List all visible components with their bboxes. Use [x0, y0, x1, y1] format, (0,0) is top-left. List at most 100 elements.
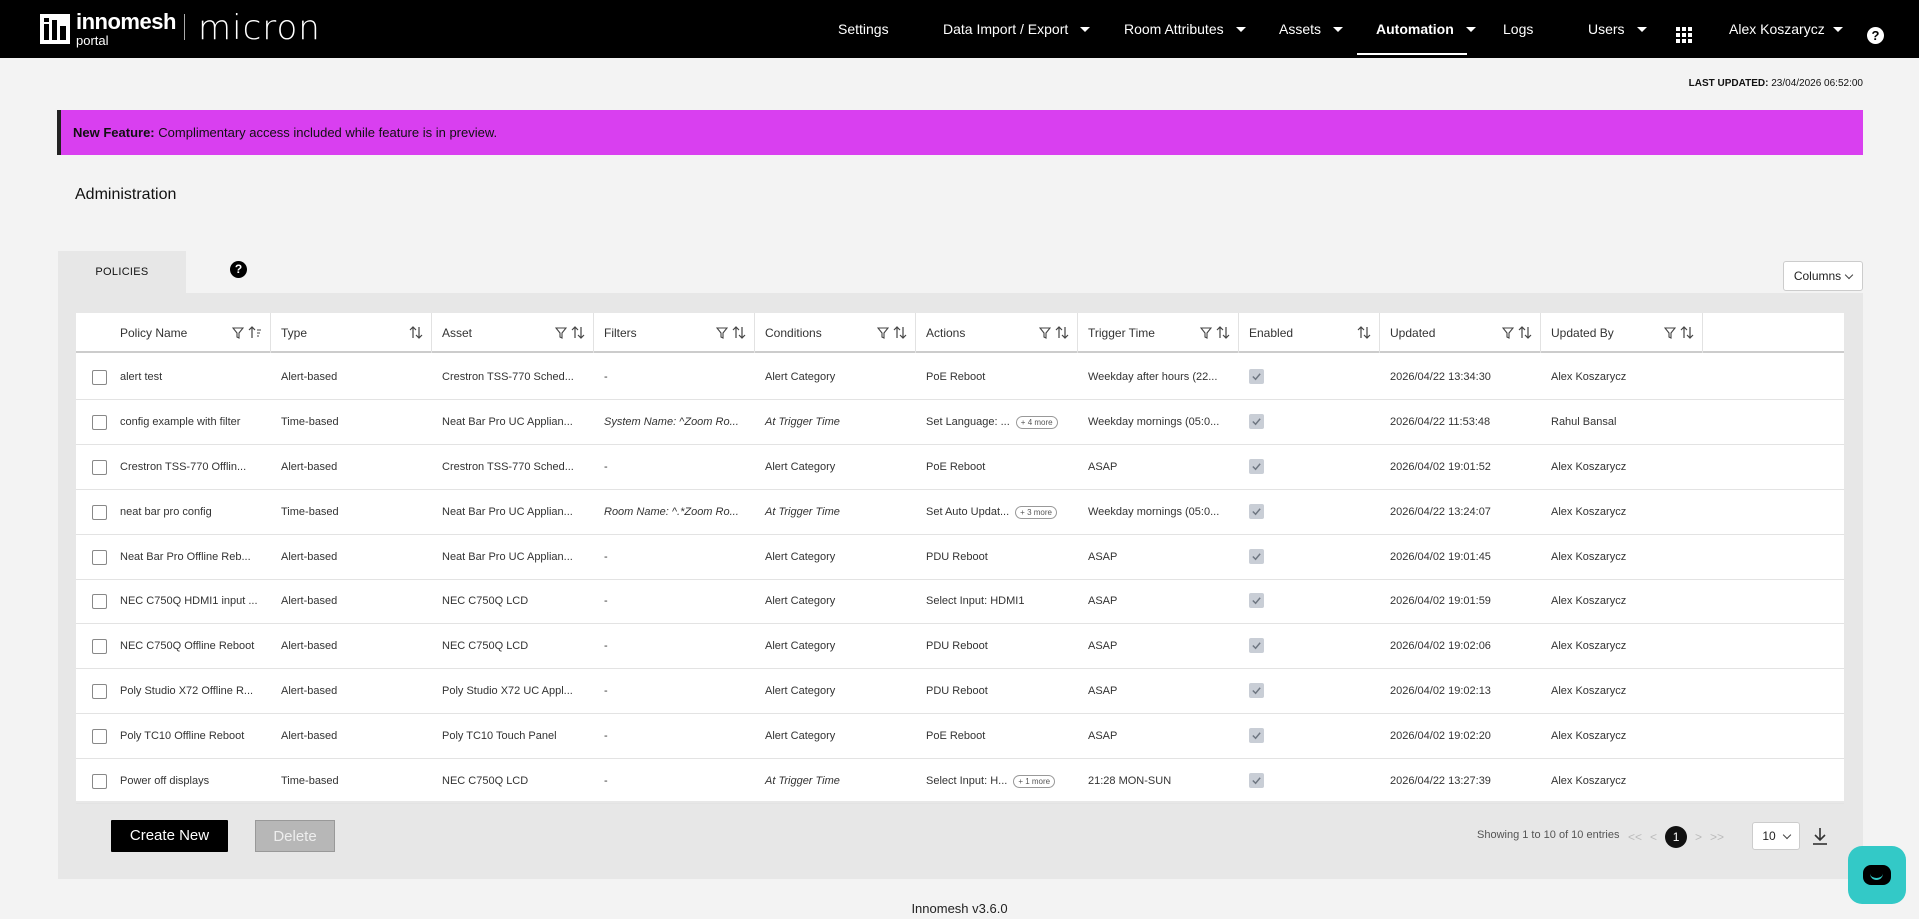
delete-button[interactable]: Delete	[255, 820, 335, 852]
filter-icon[interactable]	[555, 326, 567, 339]
row-select-checkbox[interactable]	[92, 505, 107, 520]
sort-icon[interactable]	[571, 326, 585, 339]
row-select-checkbox[interactable]	[92, 594, 107, 609]
row-select-checkbox[interactable]	[92, 729, 107, 744]
column-header-label: Trigger Time	[1088, 326, 1155, 340]
column-header-conditions[interactable]: Conditions	[755, 313, 916, 353]
table-row[interactable]: Crestron TSS-770 Offlin... Alert-based Cre…	[76, 445, 1844, 490]
table-row[interactable]: config example with filter Time-based Neat…	[76, 400, 1844, 445]
last-page-button[interactable]: >>	[1710, 830, 1724, 844]
more-actions-pill[interactable]: + 3 more	[1015, 505, 1057, 519]
cell-conditions: Alert Category	[765, 730, 836, 742]
sort-icon[interactable]	[1518, 326, 1532, 339]
user-menu[interactable]: Alex Koszarycz	[1729, 0, 1843, 58]
innomesh-logo[interactable]: innomesh portal	[40, 8, 176, 50]
table-row[interactable]: alert test Alert-based Crestron TSS-770 Sc…	[76, 355, 1844, 400]
enabled-checkbox[interactable]	[1249, 773, 1264, 788]
page-size-select[interactable]: 10	[1752, 822, 1800, 850]
table-row[interactable]: Neat Bar Pro Offline Reb... Alert-based Ne…	[76, 535, 1844, 580]
first-page-button[interactable]: <<	[1628, 830, 1642, 844]
nav-automation[interactable]: Automation	[1376, 0, 1476, 58]
enabled-checkbox[interactable]	[1249, 683, 1264, 698]
sort-icon[interactable]	[893, 326, 907, 339]
sort-icon[interactable]	[732, 326, 746, 339]
cell-trigger: Weekday mornings (05:0...	[1088, 416, 1220, 428]
filter-icon[interactable]	[877, 326, 889, 339]
table-row[interactable]: Poly Studio X72 Offline R... Alert-based P…	[76, 669, 1844, 714]
sort-icon[interactable]	[1357, 326, 1371, 339]
column-header-enabled[interactable]: Enabled	[1239, 313, 1380, 353]
filter-icon[interactable]	[716, 326, 728, 339]
page-1-button[interactable]: 1	[1665, 826, 1688, 848]
table-row[interactable]: neat bar pro config Time-based Neat Bar Pr…	[76, 490, 1844, 535]
cell-actions: PDU Reboot	[926, 640, 988, 652]
apps-grid-icon[interactable]	[1676, 27, 1692, 43]
table-row[interactable]: NEC C750Q Offline Reboot Alert-based NEC C…	[76, 624, 1844, 669]
cell-name: config example with filter	[120, 416, 241, 428]
row-select-checkbox[interactable]	[92, 460, 107, 475]
column-header-asset[interactable]: Asset	[432, 313, 594, 353]
columns-button[interactable]: Columns	[1783, 261, 1863, 291]
cell-by: Alex Koszarycz	[1551, 551, 1627, 563]
chat-widget-button[interactable]	[1848, 846, 1906, 904]
row-select-checkbox[interactable]	[92, 639, 107, 654]
sort-ascending-icon[interactable]	[248, 326, 262, 339]
download-icon[interactable]	[1811, 826, 1829, 846]
row-select-checkbox[interactable]	[92, 550, 107, 565]
enabled-checkbox[interactable]	[1249, 504, 1264, 519]
nav-room-attributes[interactable]: Room Attributes	[1124, 0, 1246, 58]
filter-icon[interactable]	[232, 326, 244, 339]
nav-logs[interactable]: Logs	[1503, 0, 1533, 58]
cell-asset: NEC C750Q LCD	[442, 640, 529, 652]
filter-icon[interactable]	[1200, 326, 1212, 339]
column-header-actions[interactable]: Actions	[916, 313, 1078, 353]
cell-actions: Select Input: HDMI1	[926, 595, 1025, 607]
column-header-trigger[interactable]: Trigger Time	[1078, 313, 1239, 353]
cell-trigger: 21:28 MON-SUN	[1088, 775, 1172, 787]
enabled-checkbox[interactable]	[1249, 459, 1264, 474]
policies-help-icon[interactable]: ?	[230, 261, 247, 278]
column-header-name[interactable]: Policy Name	[76, 313, 271, 353]
enabled-checkbox[interactable]	[1249, 549, 1264, 564]
checkmark-icon	[1252, 508, 1261, 516]
create-new-button[interactable]: Create New	[111, 820, 228, 852]
enabled-checkbox[interactable]	[1249, 593, 1264, 608]
row-select-checkbox[interactable]	[92, 415, 107, 430]
nav-users[interactable]: Users	[1588, 0, 1647, 58]
filter-icon[interactable]	[1664, 326, 1676, 339]
row-select-checkbox[interactable]	[92, 370, 107, 385]
sort-icon[interactable]	[1055, 326, 1069, 339]
filter-icon[interactable]	[1039, 326, 1051, 339]
next-page-button[interactable]: >	[1695, 830, 1702, 844]
column-header-by[interactable]: Updated By	[1541, 313, 1703, 353]
enabled-checkbox[interactable]	[1249, 369, 1264, 384]
table-row[interactable]: NEC C750Q HDMI1 input ... Alert-based NEC …	[76, 579, 1844, 624]
more-actions-pill[interactable]: + 1 more	[1013, 774, 1056, 788]
row-select-checkbox[interactable]	[92, 684, 107, 699]
table-row[interactable]: Power off displays Time-based NEC C750Q LC…	[76, 759, 1844, 804]
column-header-updated[interactable]: Updated	[1380, 313, 1541, 353]
nav-data-import-export[interactable]: Data Import / Export	[943, 0, 1091, 58]
more-actions-pill[interactable]: + 4 more	[1015, 415, 1058, 429]
column-header-filters[interactable]: Filters	[594, 313, 755, 353]
table-row[interactable]: Poly TC10 Offline Reboot Alert-based Poly …	[76, 714, 1844, 759]
help-icon[interactable]: ?	[1867, 27, 1884, 44]
nav-assets[interactable]: Assets	[1279, 0, 1344, 58]
enabled-checkbox[interactable]	[1249, 728, 1264, 743]
cell-filters: -	[604, 775, 608, 787]
enabled-checkbox[interactable]	[1249, 638, 1264, 653]
sort-icon[interactable]	[1680, 326, 1694, 339]
cell-by: Alex Koszarycz	[1551, 506, 1627, 518]
cell-actions: PoE Reboot	[926, 730, 986, 742]
row-select-checkbox[interactable]	[92, 774, 107, 789]
column-header-type[interactable]: Type	[271, 313, 432, 353]
sort-icon[interactable]	[409, 326, 423, 339]
column-header-label: Updated	[1390, 326, 1436, 340]
enabled-checkbox[interactable]	[1249, 414, 1264, 429]
tab-policies[interactable]: POLICIES	[58, 251, 186, 293]
sort-icon[interactable]	[1216, 326, 1230, 339]
prev-page-button[interactable]: <	[1650, 830, 1657, 844]
nav-settings[interactable]: Settings	[838, 0, 889, 58]
cell-asset: Neat Bar Pro UC Applian...	[442, 416, 573, 428]
filter-icon[interactable]	[1502, 326, 1514, 339]
